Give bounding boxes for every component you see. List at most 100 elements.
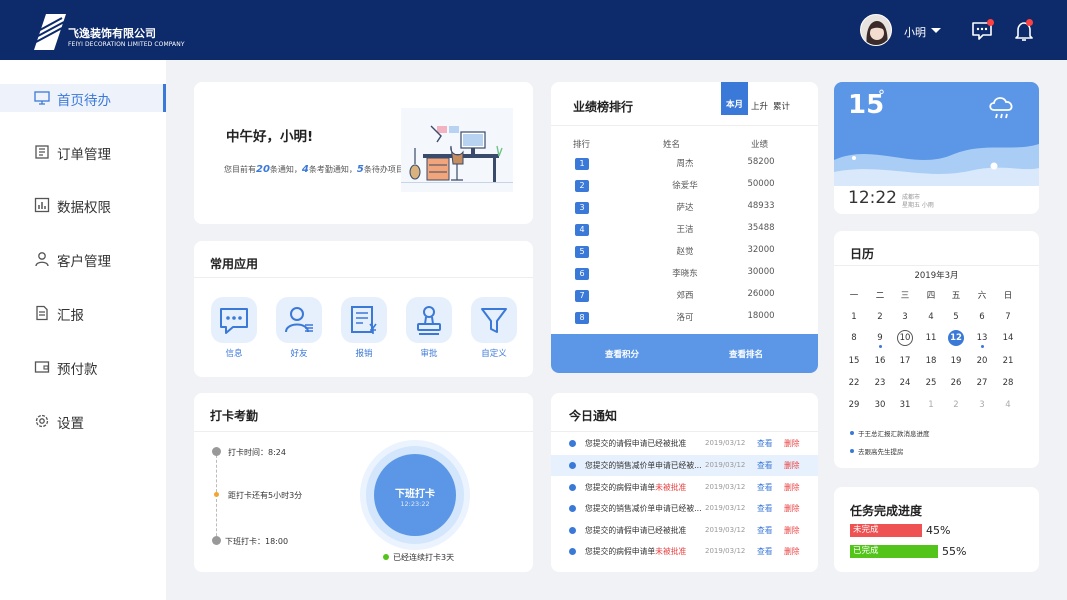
chart-icon xyxy=(34,197,50,213)
calendar-day[interactable]: 9 xyxy=(870,330,890,346)
calendar-day[interactable]: 25 xyxy=(921,375,941,391)
view-link[interactable]: 查看 xyxy=(757,503,773,514)
rank-badge: 8 xyxy=(575,312,589,324)
calendar-day[interactable]: 4 xyxy=(921,309,941,325)
clock-out-button[interactable]: 下班打卡 12:23:22 xyxy=(374,454,456,536)
list-item[interactable]: 您提交的病假申请单未被批准 2019/03/12 查看 删除 xyxy=(551,477,818,498)
calendar-day[interactable]: 18 xyxy=(921,353,941,369)
view-link[interactable]: 查看 xyxy=(757,460,773,471)
calendar-day[interactable]: 13 xyxy=(972,330,992,346)
calendar-event[interactable]: 于王总汇报汇款消息进度 xyxy=(858,428,930,438)
notice-text: 您提交的请假申请已经被批准 xyxy=(585,439,687,448)
calendar-day-next-month[interactable]: 3 xyxy=(972,397,992,413)
weekday-label: 二 xyxy=(875,291,885,301)
list-item[interactable]: 您提交的请假申请已经被批准 2019/03/12 查看 删除 xyxy=(551,520,818,541)
report-icon xyxy=(36,305,48,321)
app-approval[interactable]: 审批 xyxy=(405,297,453,359)
calendar-day[interactable]: 21 xyxy=(998,353,1018,369)
rank-badge: 3 xyxy=(575,202,589,214)
calendar-day[interactable]: 6 xyxy=(972,309,992,325)
calendar-day[interactable]: 27 xyxy=(972,375,992,391)
app-label: 信息 xyxy=(225,349,243,359)
list-item[interactable]: 您提交的请假申请已经被批准 2019/03/12 查看 删除 xyxy=(551,433,818,454)
tab-this-month[interactable]: 本月 xyxy=(721,82,748,115)
app-custom[interactable]: 自定义 xyxy=(470,297,518,359)
common-apps-title: 常用应用 xyxy=(210,257,259,271)
list-item[interactable]: 您提交的病假申请单未被批准 2019/03/12 查看 删除 xyxy=(551,541,818,562)
sidebar-item-data-permission[interactable]: 数据权限 xyxy=(0,191,166,219)
rank-badge: 2 xyxy=(575,180,589,192)
calendar-day-next-month[interactable]: 1 xyxy=(921,397,941,413)
weather-card: 15 ° 12:22 成都市 星期五 小雨 xyxy=(834,82,1039,214)
calendar-day[interactable]: 28 xyxy=(998,375,1018,391)
list-item[interactable]: 您提交的销售减价单申请已经被... 2019/03/12 查看 删除 xyxy=(551,498,818,519)
calendar-day[interactable]: 22 xyxy=(844,375,864,391)
calendar-day[interactable]: 30 xyxy=(870,397,890,413)
sidebar-item-customers[interactable]: 客户管理 xyxy=(0,245,166,273)
avatar[interactable] xyxy=(860,14,892,46)
rank-value: 18000 xyxy=(747,311,775,321)
view-link[interactable]: 查看 xyxy=(757,438,773,449)
delete-link[interactable]: 删除 xyxy=(784,460,800,471)
notice-date: 2019/03/12 xyxy=(705,461,746,469)
calendar-day[interactable]: 11 xyxy=(921,330,941,346)
sidebar-item-home[interactable]: 首页待办 xyxy=(0,84,166,112)
sidebar-item-prepayment[interactable]: 预付款 xyxy=(0,353,166,381)
calendar-day[interactable]: 24 xyxy=(895,375,915,391)
user-name[interactable]: 小明 xyxy=(904,24,926,40)
sidebar-item-label: 首页待办 xyxy=(57,93,111,109)
calendar-day[interactable]: 2 xyxy=(870,309,890,325)
calendar-day[interactable]: 19 xyxy=(946,353,966,369)
list-item[interactable]: 您提交的销售减价单申请已经被... 2019/03/12 查看 删除 xyxy=(551,455,818,476)
app-reimburse[interactable]: 报销 xyxy=(340,297,388,359)
calendar-day[interactable]: 29 xyxy=(844,397,864,413)
sidebar-item-report[interactable]: 汇报 xyxy=(0,299,166,327)
calendar-day[interactable]: 8 xyxy=(844,330,864,346)
calendar-day-next-month[interactable]: 2 xyxy=(946,397,966,413)
rank-value: 50000 xyxy=(747,179,775,189)
view-link[interactable]: 查看 xyxy=(757,546,773,557)
delete-link[interactable]: 删除 xyxy=(784,546,800,557)
task-progress-card: 任务完成进度 未完成 45% 已完成 55% xyxy=(834,487,1039,572)
view-points-button[interactable]: 查看积分 xyxy=(605,348,639,360)
calendar-day[interactable]: 5 xyxy=(946,309,966,325)
calendar-month: 2019年3月 xyxy=(914,271,959,281)
calendar-day[interactable]: 17 xyxy=(895,353,915,369)
calendar-day-today[interactable]: 10 xyxy=(897,330,913,346)
rain-cloud-icon xyxy=(989,97,1013,119)
sidebar-item-label: 预付款 xyxy=(57,362,98,378)
tab-cumulative[interactable]: 累计 xyxy=(773,100,790,112)
calendar-event[interactable]: 去跟高先生提房 xyxy=(858,446,904,456)
notice-date: 2019/03/12 xyxy=(705,526,746,534)
app-message[interactable]: 信息 xyxy=(210,297,258,359)
calendar-day[interactable]: 23 xyxy=(870,375,890,391)
rank-name: 洛可 xyxy=(676,313,694,323)
clock-in-time: 打卡时间：8:24 xyxy=(228,448,286,457)
chevron-down-icon[interactable] xyxy=(931,28,941,33)
calendar-day[interactable]: 1 xyxy=(844,309,864,325)
view-link[interactable]: 查看 xyxy=(757,482,773,493)
view-link[interactable]: 查看 xyxy=(757,525,773,536)
view-ranking-button[interactable]: 查看排名 xyxy=(729,348,763,360)
delete-link[interactable]: 删除 xyxy=(784,503,800,514)
monitor-icon xyxy=(34,91,50,105)
delete-link[interactable]: 删除 xyxy=(784,482,800,493)
rank-badge: 7 xyxy=(575,290,589,302)
delete-link[interactable]: 删除 xyxy=(784,525,800,536)
delete-link[interactable]: 删除 xyxy=(784,438,800,449)
calendar-day[interactable]: 15 xyxy=(844,353,864,369)
calendar-day-next-month[interactable]: 4 xyxy=(998,397,1018,413)
tab-rising[interactable]: 上升 xyxy=(751,100,768,112)
calendar-day[interactable]: 14 xyxy=(998,330,1018,346)
app-friends[interactable]: 好友 xyxy=(275,297,323,359)
calendar-day[interactable]: 20 xyxy=(972,353,992,369)
calendar-day-selected[interactable]: 12 xyxy=(948,330,964,346)
calendar-day[interactable]: 3 xyxy=(895,309,915,325)
sidebar-item-orders[interactable]: 订单管理 xyxy=(0,138,166,166)
calendar-day[interactable]: 16 xyxy=(870,353,890,369)
calendar-day[interactable]: 7 xyxy=(998,309,1018,325)
calendar-day[interactable]: 26 xyxy=(946,375,966,391)
calendar-day[interactable]: 31 xyxy=(895,397,915,413)
clock-out-time: 下班打卡：18:00 xyxy=(225,537,289,546)
sidebar-item-settings[interactable]: 设置 xyxy=(0,407,166,435)
